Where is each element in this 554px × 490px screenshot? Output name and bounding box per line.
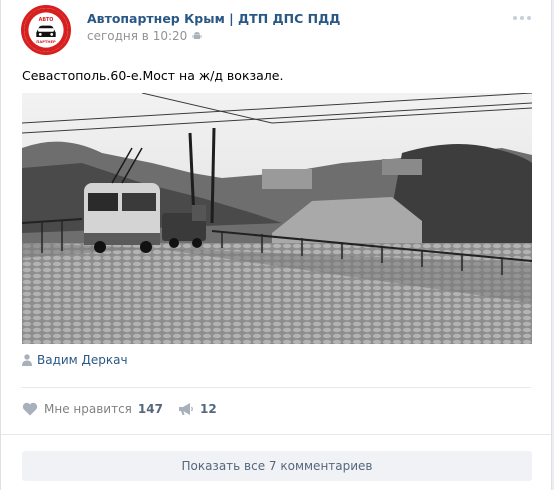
svg-text:АВТО: АВТО bbox=[39, 17, 54, 23]
trolleybus-bridge-photo bbox=[22, 93, 532, 344]
community-avatar[interactable]: АВТО ПАРТНЕР bbox=[21, 5, 71, 55]
comments-divider bbox=[1, 434, 551, 435]
like-label: Мне нравится bbox=[44, 402, 132, 416]
avatar-logo-icon: АВТО ПАРТНЕР bbox=[24, 8, 68, 52]
post-signer-name: Вадим Деркач bbox=[37, 353, 128, 367]
android-icon bbox=[192, 32, 202, 39]
post-signer[interactable]: Вадим Деркач bbox=[22, 353, 128, 367]
user-icon bbox=[22, 354, 32, 366]
post-time-link[interactable]: сегодня в 10:20 bbox=[87, 29, 187, 43]
post-text: Севастополь.60-е.Мост на ж/д вокзале. bbox=[22, 68, 284, 83]
actions-divider bbox=[21, 387, 531, 388]
wall-post: АВТО ПАРТНЕР Автопартнер Крым | ДТП ДПС … bbox=[0, 0, 552, 490]
svg-text:ПАРТНЕР: ПАРТНЕР bbox=[36, 40, 56, 44]
more-options-icon[interactable] bbox=[513, 16, 531, 20]
show-all-comments-button[interactable]: Показать все 7 комментариев bbox=[22, 451, 532, 481]
post-meta: сегодня в 10:20 bbox=[87, 29, 202, 43]
megaphone-icon bbox=[179, 403, 193, 415]
share-button[interactable]: 12 bbox=[178, 402, 217, 416]
post-photo[interactable] bbox=[22, 93, 532, 344]
heart-icon bbox=[22, 402, 38, 416]
like-button[interactable]: Мне нравится 147 bbox=[22, 402, 163, 416]
post-author-link[interactable]: Автопартнер Крым | ДТП ДПС ПДД bbox=[87, 11, 340, 26]
share-count: 12 bbox=[200, 402, 217, 416]
like-count: 147 bbox=[137, 402, 163, 416]
